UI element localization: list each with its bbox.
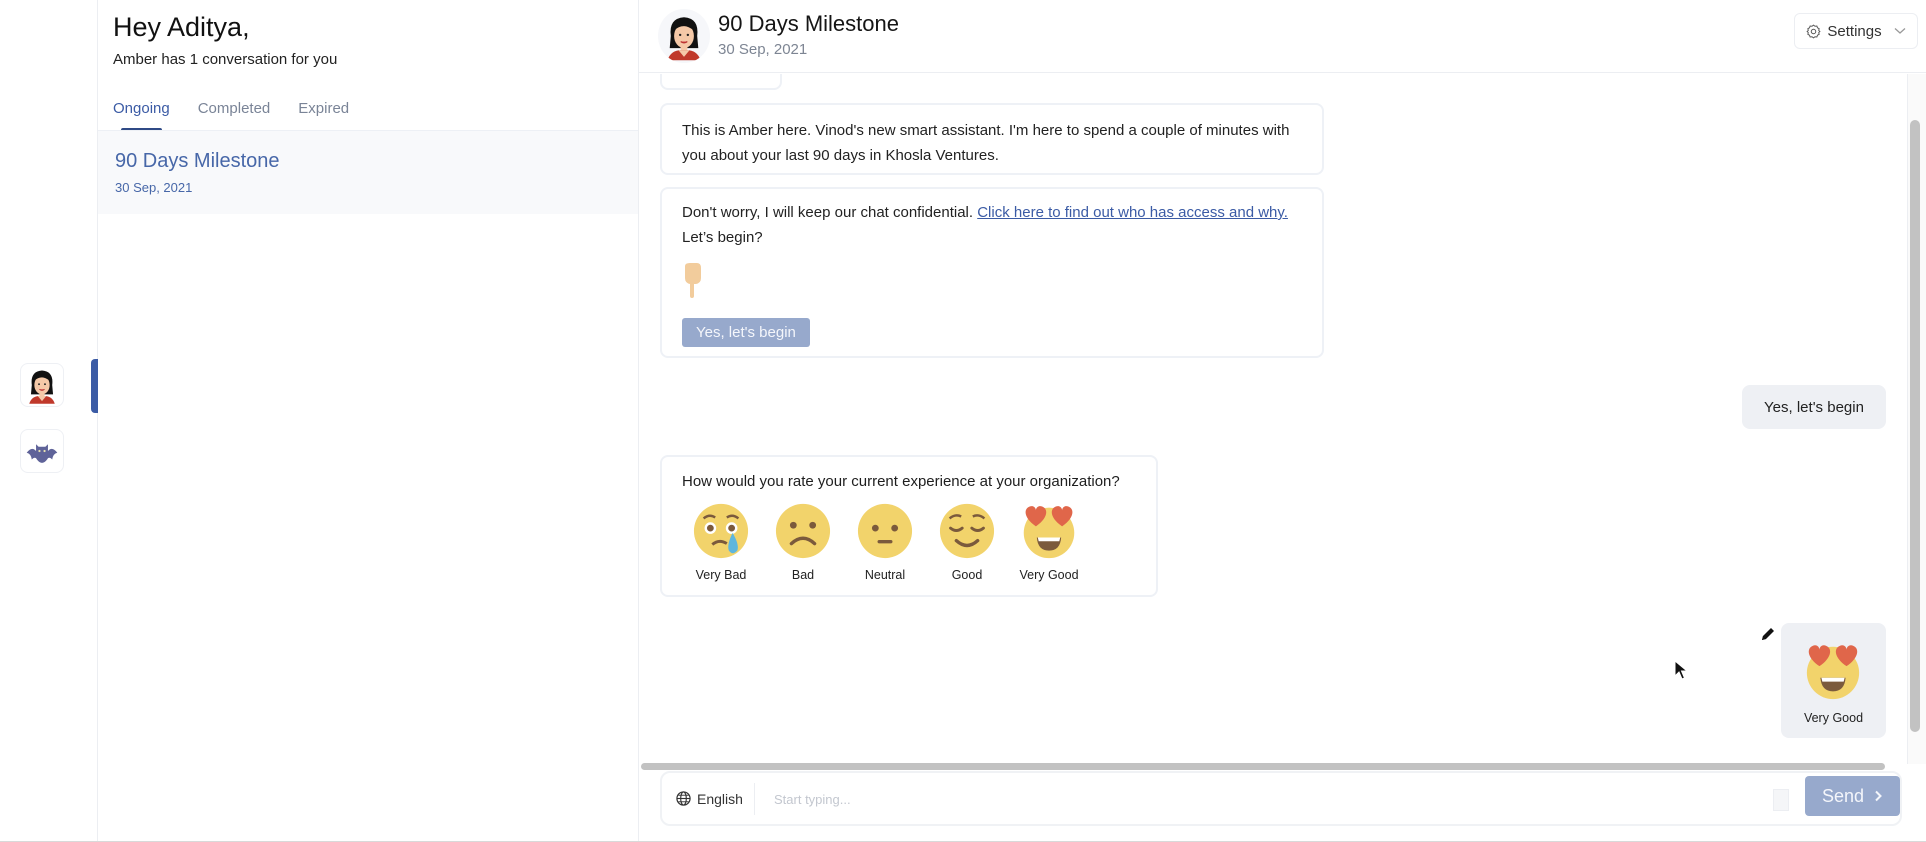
tab-completed[interactable]: Completed [198, 100, 271, 129]
rating-option-neutral[interactable]: Neutral [856, 502, 914, 588]
message-text: Yes, let's begin [1764, 398, 1864, 416]
heart-eyes-face-icon [1018, 502, 1080, 560]
rail-active-indicator [91, 359, 98, 413]
rating-label: Good [951, 568, 983, 582]
message-bubble-partial [660, 74, 782, 90]
horizontal-scrollbar[interactable] [641, 763, 1885, 770]
rating-option-good[interactable]: Good [938, 502, 996, 588]
rating-label: Very Bad [695, 568, 747, 582]
rating-label: Bad [791, 568, 815, 582]
amber-avatar-icon [25, 366, 59, 404]
rail-item-amber[interactable] [20, 363, 64, 407]
heart-eyes-face-icon [1801, 641, 1865, 701]
vertical-scrollbar[interactable] [1910, 120, 1920, 732]
tab-expired[interactable]: Expired [298, 100, 349, 129]
globe-icon [676, 791, 691, 806]
access-info-link[interactable]: Click here to find out who has access an… [977, 204, 1288, 221]
assistant-message-confidential: Don't worry, I will keep our chat confid… [660, 187, 1324, 358]
attachment-box[interactable] [1773, 789, 1789, 811]
message-text: Very Good [1803, 711, 1864, 725]
send-label: Send [1821, 785, 1865, 806]
relieved-face-icon [938, 502, 996, 560]
chat-header: 90 Days Milestone 30 Sep, 2021 Settings [639, 0, 1926, 73]
message-text: This is Amber here. Vinod's new smart as… [682, 122, 1290, 164]
language-label: English [697, 790, 743, 807]
chat-date: 30 Sep, 2021 [718, 41, 808, 58]
chevron-right-icon [1875, 790, 1882, 802]
conversation-tabs: Ongoing Completed Expired [113, 100, 349, 132]
edit-pencil-icon[interactable] [1760, 626, 1776, 642]
greeting-heading: Hey Aditya, [113, 12, 250, 42]
composer-divider [754, 783, 755, 815]
user-reply-rating: Very Good [1781, 623, 1886, 738]
bat-avatar-icon [25, 434, 59, 468]
message-list: This is Amber here. Vinod's new smart as… [639, 74, 1906, 762]
begin-button[interactable]: Yes, let's begin [682, 318, 810, 347]
amber-avatar-icon [662, 11, 706, 61]
tab-ongoing[interactable]: Ongoing [113, 100, 170, 132]
conversation-title: 90 Days Milestone [115, 150, 280, 172]
user-reply-begin: Yes, let's begin [1742, 385, 1886, 429]
message-text: Don't worry, I will keep our chat confid… [682, 204, 978, 221]
rating-question-card: How would you rate your current experien… [660, 455, 1158, 597]
conversation-panel: Hey Aditya, Amber has 1 conversation for… [98, 0, 639, 842]
send-button[interactable]: Send [1805, 776, 1900, 816]
rating-options: Very Bad Bad Neutral Good Very Good [692, 502, 1136, 588]
app-root: Hey Aditya, Amber has 1 conversation for… [0, 0, 1926, 842]
conversation-date: 30 Sep, 2021 [115, 180, 193, 195]
chat-title: 90 Days Milestone [718, 11, 899, 36]
conversation-count-text: Amber has 1 conversation for you [113, 51, 338, 68]
settings-dropdown[interactable]: Settings [1794, 13, 1918, 49]
assistant-avatar [658, 9, 710, 63]
gear-icon [1806, 24, 1821, 38]
crying-face-icon [692, 502, 750, 560]
language-selector[interactable]: English [676, 773, 743, 824]
message-composer: English Send [660, 771, 1902, 826]
pointing-down-icon [685, 263, 701, 298]
chevron-down-icon [1894, 28, 1906, 34]
message-input[interactable] [774, 783, 1774, 815]
neutral-face-icon [856, 502, 914, 560]
rating-option-bad[interactable]: Bad [774, 502, 832, 588]
rating-option-very-bad[interactable]: Very Bad [692, 502, 750, 588]
assistant-message-intro: This is Amber here. Vinod's new smart as… [660, 103, 1324, 175]
rail-item-bat[interactable] [20, 429, 64, 473]
mouse-cursor-icon [1674, 660, 1688, 680]
chat-pane: 90 Days Milestone 30 Sep, 2021 Settings … [639, 0, 1926, 842]
rating-question: How would you rate your current experien… [682, 473, 1120, 490]
rating-option-very-good[interactable]: Very Good [1018, 502, 1080, 588]
conversation-list-item[interactable]: 90 Days Milestone 30 Sep, 2021 [98, 131, 638, 214]
rating-label: Very Good [1019, 568, 1079, 582]
assistant-rail [0, 0, 98, 842]
frowning-face-icon [774, 502, 832, 560]
message-text-tail: Let’s begin? [682, 229, 763, 246]
settings-label: Settings [1827, 22, 1882, 40]
rating-label: Neutral [864, 568, 906, 582]
